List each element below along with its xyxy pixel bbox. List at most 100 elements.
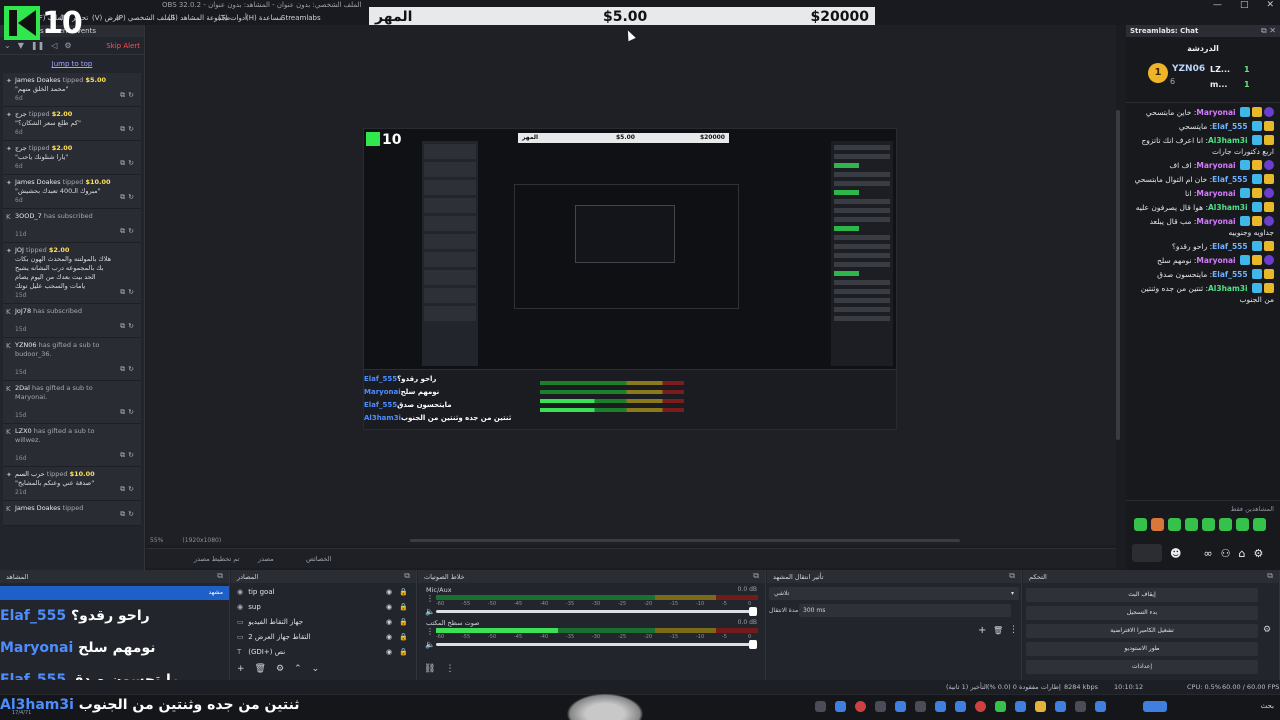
dock-close-icon[interactable]: ⧉ <box>1009 571 1015 581</box>
preview-area[interactable]: 10 المهر $5.00 $20000 Elaf_555راحو رقدو؟… <box>146 25 1116 545</box>
control-button[interactable]: إعدادات <box>1026 660 1258 674</box>
settings-icon[interactable]: ⚙ <box>64 41 71 50</box>
more-icon[interactable]: ⋮ <box>426 594 434 603</box>
app-icon[interactable] <box>995 701 1006 712</box>
app-icon[interactable] <box>895 701 906 712</box>
event-controls[interactable]: ⧉↻ <box>120 322 137 331</box>
chat-message[interactable]: Maryonai: انا <box>1134 188 1274 199</box>
close-icon[interactable]: ✕ <box>1269 26 1276 35</box>
dock-close-icon[interactable]: ⧉ <box>404 571 410 581</box>
more-icon[interactable]: ⋮ <box>426 627 434 636</box>
control-button[interactable]: بدء التسجيل <box>1026 606 1258 620</box>
chat-username[interactable]: Maryonai <box>1196 189 1235 198</box>
menu-help[interactable]: (H) مساعدة <box>246 14 283 22</box>
emote-icon[interactable] <box>1236 518 1249 531</box>
transition-select[interactable]: تلاشي ▾ <box>769 587 1019 600</box>
eye-icon[interactable]: ◉ <box>386 603 392 611</box>
chat-username[interactable]: Maryonai <box>1196 217 1235 226</box>
back-icon[interactable] <box>815 701 826 712</box>
chat-message[interactable]: Maryonai: نومهم سلح <box>1134 255 1274 266</box>
move-down-icon[interactable]: ⌄ <box>312 664 320 674</box>
speaker-icon[interactable]: 🔈 <box>425 640 435 649</box>
lock-icon[interactable]: 🔒 <box>399 633 408 641</box>
chat-message[interactable]: Elaf_555: خان ام التوال مابتسحي <box>1134 174 1274 185</box>
move-up-icon[interactable]: ⌃ <box>294 664 302 674</box>
event-controls[interactable]: ⧉↻ <box>120 451 137 460</box>
close-icon[interactable]: ✕ <box>1266 0 1274 10</box>
infinity-icon[interactable]: ∞ <box>1203 547 1212 560</box>
taskbar-search-icon[interactable] <box>1143 701 1167 712</box>
speaker-icon[interactable]: 🔈 <box>425 607 435 616</box>
store-icon[interactable]: ⌂ <box>1239 547 1246 560</box>
control-button[interactable]: طور الاستوديو <box>1026 642 1258 656</box>
app-icon[interactable] <box>975 701 986 712</box>
filters-mode-tab[interactable]: الخصائص <box>306 555 331 563</box>
event-controls[interactable]: ⧉↻ <box>120 227 137 236</box>
lock-icon[interactable]: 🔒 <box>399 588 408 596</box>
menu-streamlabs[interactable]: Streamlabs <box>281 14 321 22</box>
chat-username[interactable]: Al3ham3i <box>1208 136 1248 145</box>
chat-message[interactable]: Elaf_555: راحو رقدو؟ <box>1134 241 1274 252</box>
event-controls[interactable]: ⧉↻ <box>120 408 137 417</box>
chat-message[interactable]: Al3ham3i: هوا قال يصرفون عليه <box>1134 202 1274 213</box>
taskbar-search-label[interactable]: بحث <box>1261 702 1274 710</box>
chat-message[interactable]: Elaf_555: مايتسحي <box>1134 121 1274 132</box>
trash-icon[interactable]: 🗑 <box>255 664 266 674</box>
jump-to-top-link[interactable]: Jump to top <box>0 55 144 73</box>
chat-message[interactable]: Al3ham3i: ثنتين من جده وثنتين من الجنوب <box>1134 283 1274 305</box>
volume-slider[interactable] <box>436 640 757 649</box>
chat-username[interactable]: Maryonai <box>1196 161 1235 170</box>
more-icon[interactable]: ⋮ <box>1009 625 1018 635</box>
eye-icon[interactable]: ◉ <box>386 648 392 656</box>
more-icon[interactable]: ⋮ <box>445 664 454 674</box>
chat-username[interactable]: Maryonai <box>1196 256 1235 265</box>
top-user-name[interactable]: YZN06 <box>1172 64 1205 74</box>
preview-scrollbar[interactable] <box>410 539 960 542</box>
add-icon[interactable]: + <box>237 664 245 674</box>
app-icon[interactable] <box>1015 701 1026 712</box>
chat-message[interactable]: Maryonai: خاين مابتسحي <box>1134 107 1274 118</box>
dock-close-icon[interactable]: ⧉ <box>753 571 759 581</box>
app-icon[interactable] <box>1075 701 1086 712</box>
filter-icon[interactable]: ▼ <box>18 41 24 50</box>
chat-message[interactable]: Maryonai: اف اف <box>1134 160 1274 171</box>
maximize-icon[interactable]: □ <box>1240 0 1249 10</box>
scene-item-selected[interactable]: مشهد <box>0 586 229 600</box>
add-transition-icon[interactable]: + <box>978 625 986 636</box>
trash-icon[interactable]: 🗑 <box>993 626 1003 635</box>
chat-scrollbar[interactable] <box>1116 110 1120 440</box>
menu-profile[interactable]: (P) الملف الشخصي <box>116 14 175 22</box>
emote-icon[interactable] <box>1253 518 1266 531</box>
event-controls[interactable]: ⧉↻ <box>120 288 137 297</box>
emote-icon[interactable] <box>1134 518 1147 531</box>
chat-message[interactable]: Maryonai: مب قال يبلعد جداويه وجنوبيه <box>1134 216 1274 238</box>
control-button[interactable]: تشغيل الكاميرا الافتراضية <box>1026 624 1258 638</box>
avatar[interactable] <box>1132 544 1162 562</box>
link-icon[interactable]: ⛓ <box>424 664 435 674</box>
emote-icon[interactable] <box>1168 518 1181 531</box>
lock-icon[interactable]: 🔒 <box>399 618 408 626</box>
steam-icon[interactable] <box>835 701 846 712</box>
lock-icon[interactable]: 🔒 <box>399 603 408 611</box>
folder-icon[interactable] <box>1035 701 1046 712</box>
chat-username[interactable]: Elaf_555 <box>1212 175 1247 184</box>
people-icon[interactable]: ⚇ <box>1221 547 1231 560</box>
event-controls[interactable]: ⧉↻ <box>120 485 137 494</box>
gear-icon[interactable]: ⚙ <box>276 664 284 674</box>
chat-username[interactable]: Elaf_555 <box>1212 122 1247 131</box>
chat-message[interactable]: Elaf_555: مايتحسون صدق <box>1134 269 1274 280</box>
event-controls[interactable]: ⧉↻ <box>120 91 137 100</box>
edge-icon[interactable] <box>955 701 966 712</box>
app-icon[interactable] <box>935 701 946 712</box>
chat-username[interactable]: Maryonai <box>1196 108 1235 117</box>
lock-icon[interactable]: 🔒 <box>399 648 408 656</box>
chat-username[interactable]: Al3ham3i <box>1208 203 1248 212</box>
emoji-icon[interactable]: ☻ <box>1170 547 1181 560</box>
leader-row[interactable]: m... 1 <box>1210 80 1250 89</box>
source-mode-tab[interactable]: مصدر <box>258 555 274 563</box>
eye-icon[interactable]: ◉ <box>386 633 392 641</box>
mute-icon[interactable]: ◁ <box>51 41 57 50</box>
emote-icon[interactable] <box>1151 518 1164 531</box>
gear-icon[interactable]: ⚙ <box>1254 547 1264 560</box>
float-icon[interactable]: ⧉ <box>1261 26 1267 35</box>
